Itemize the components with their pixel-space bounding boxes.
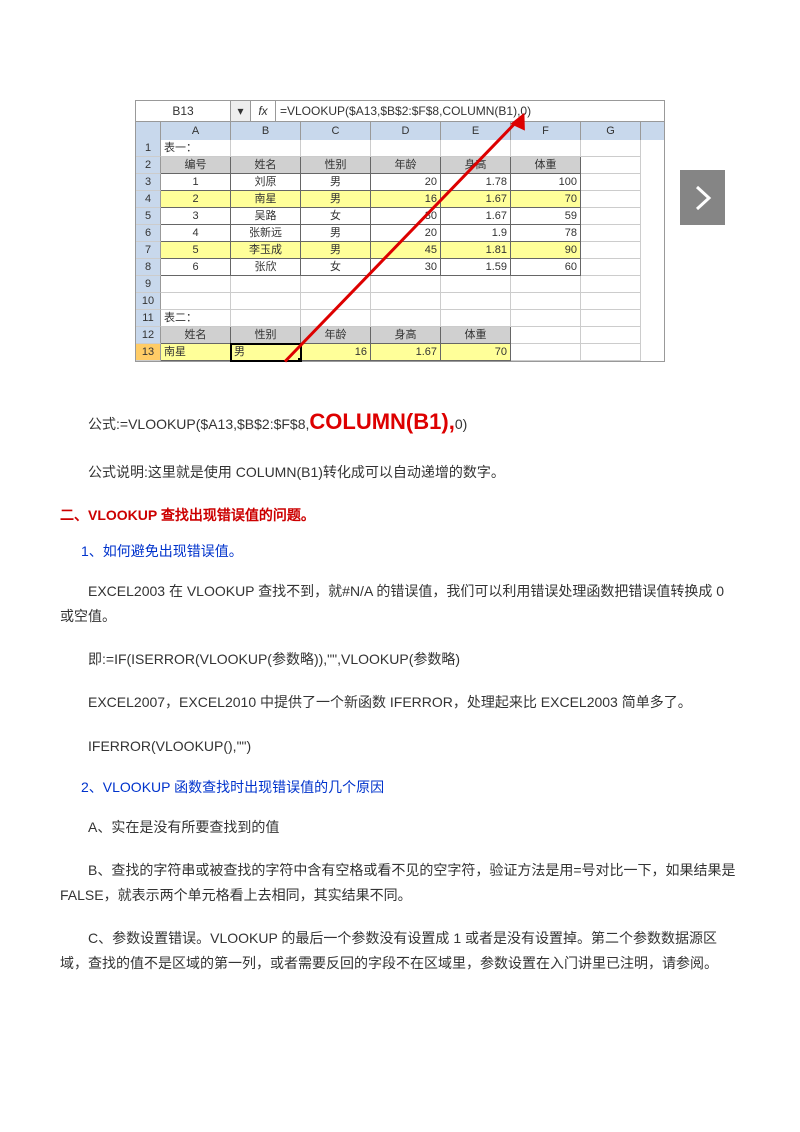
chevron-right-icon: [693, 183, 713, 213]
fx-icon[interactable]: fx: [251, 101, 276, 121]
formula-bar: B13 ▾ fx =VLOOKUP($A13,$B$2:$F$8,COLUMN(…: [135, 100, 665, 122]
formula-example: 公式:=VLOOKUP($A13,$B$2:$F$8,COLUMN(B1),0): [60, 402, 740, 442]
paragraph: A、实在是没有所要查找到的值: [60, 815, 740, 840]
table-row: 12姓名性别年龄身高体重: [135, 327, 665, 344]
paragraph: EXCEL2007，EXCEL2010 中提供了一个新函数 IFERROR，处理…: [60, 690, 740, 715]
paragraph: C、参数设置错误。VLOOKUP 的最后一个参数没有设置成 1 或者是没有设置掉…: [60, 926, 740, 976]
col-header-g[interactable]: G: [581, 122, 641, 140]
excel-screenshot: B13 ▾ fx =VLOOKUP($A13,$B$2:$F$8,COLUMN(…: [135, 100, 665, 362]
section-heading: 二、VLOOKUP 查找出现错误值的问题。: [60, 505, 740, 525]
paragraph: IFERROR(VLOOKUP(),""): [60, 734, 740, 759]
table-row: 1 表一：: [135, 140, 665, 157]
name-dropdown-icon[interactable]: ▾: [231, 101, 251, 121]
formula-input[interactable]: =VLOOKUP($A13,$B$2:$F$8,COLUMN(B1),0): [276, 101, 664, 121]
subsection-heading: 1、如何避免出现错误值。: [60, 541, 740, 561]
paragraph: B、查找的字符串或被查找的字符中含有空格或看不见的空字符，验证方法是用=号对比一…: [60, 858, 740, 908]
table-row: 31刘原男201.78100: [135, 174, 665, 191]
table-row: 86张欣女301.5960: [135, 259, 665, 276]
table-row: 2 编号 姓名 性别 年龄 身高 体重: [135, 157, 665, 174]
col-header-c[interactable]: C: [301, 122, 371, 140]
table-row: 9: [135, 276, 665, 293]
subsection-heading: 2、VLOOKUP 函数查找时出现错误值的几个原因: [60, 777, 740, 797]
cell[interactable]: 表一：: [161, 140, 231, 157]
formula-explanation: 公式说明:这里就是使用 COLUMN(B1)转化成可以自动递增的数字。: [60, 460, 740, 485]
table-row: 10: [135, 293, 665, 310]
name-box: B13: [136, 101, 231, 121]
col-header-a[interactable]: A: [161, 122, 231, 140]
table-row: 11表二：: [135, 310, 665, 327]
next-button[interactable]: [680, 170, 725, 225]
table-row: 13南星男161.6770: [135, 344, 665, 362]
col-header-b[interactable]: B: [231, 122, 301, 140]
column-headers: A B C D E F G: [135, 122, 665, 140]
paragraph: EXCEL2003 在 VLOOKUP 查找不到，就#N/A 的错误值，我们可以…: [60, 579, 740, 629]
col-header-d[interactable]: D: [371, 122, 441, 140]
paragraph: 即:=IF(ISERROR(VLOOKUP(参数略)),"",VLOOKUP(参…: [60, 647, 740, 672]
table-row: 53吴路女301.6759: [135, 208, 665, 225]
table-row: 42南星男161.6770: [135, 191, 665, 208]
